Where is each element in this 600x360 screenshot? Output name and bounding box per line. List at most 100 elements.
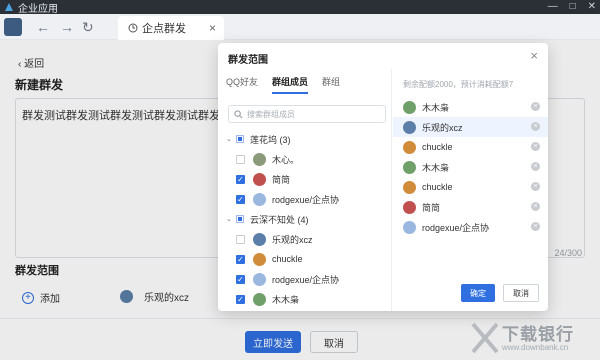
member-name: chuckle	[272, 254, 303, 264]
selected-name: rodgexue/企点协	[422, 222, 490, 233]
app-logo-icon	[5, 3, 13, 11]
remove-icon[interactable]: ×	[531, 142, 540, 151]
member-row[interactable]: ✓ chuckle	[226, 249, 390, 269]
refresh-icon[interactable]: ↻	[82, 19, 94, 35]
member-row[interactable]: 木心。	[226, 149, 390, 169]
watermark: 下载银行 www.downbank.cn	[468, 318, 600, 360]
group-checkbox[interactable]	[236, 215, 244, 223]
member-name: 简简	[272, 174, 291, 185]
tab-close-icon[interactable]: ×	[209, 21, 216, 35]
chevron-down-icon[interactable]: ⌄	[226, 135, 234, 143]
remove-icon[interactable]: ×	[531, 102, 540, 111]
selected-name: 简简	[422, 202, 441, 213]
member-checkbox[interactable]	[236, 154, 245, 164]
avatar	[403, 160, 416, 174]
watermark-logo-icon	[471, 322, 499, 354]
member-row[interactable]: 乐观的xcz	[226, 229, 390, 249]
tab-qidian-broadcast[interactable]: 企点群发 ×	[118, 16, 224, 40]
back-arrow-icon[interactable]: ←	[36, 19, 50, 35]
member-picker-pane: QQ好友 群组成员 群组 ⌄ 莲花坞 (3) 木心。 ✓ 简简 ✓ rodgexue/企点协…	[218, 69, 392, 311]
member-checkbox[interactable]: ✓	[236, 174, 245, 184]
maximize-icon[interactable]: □	[570, 1, 576, 12]
member-name: 木木枭	[272, 294, 300, 305]
selected-name: 木木枭	[422, 162, 450, 173]
selected-row: 木木枭 ×	[393, 97, 548, 117]
group-row[interactable]: ⌄ 云深不知处 (4)	[226, 209, 390, 229]
group-name: 云深不知处 (4)	[250, 214, 309, 225]
group-row[interactable]: ⌄ 莲花坞 (3)	[226, 129, 390, 149]
avatar	[253, 252, 266, 266]
title-bar: 企业应用 — □ ✕	[0, 0, 600, 15]
range-modal: 群发范围 × QQ好友 群组成员 群组 ⌄ 莲花坞 (3) 木心。 ✓ 简简 ✓ rodge…	[218, 43, 548, 311]
chevron-down-icon[interactable]: ⌄	[226, 215, 234, 223]
remove-icon[interactable]: ×	[531, 222, 540, 231]
member-checkbox[interactable]: ✓	[236, 294, 245, 304]
avatar	[253, 152, 266, 166]
group-checkbox[interactable]	[236, 135, 244, 143]
avatar	[253, 192, 266, 206]
member-row[interactable]: ✓ rodgexue/企点协	[226, 269, 390, 289]
remove-icon[interactable]: ×	[531, 122, 540, 131]
selected-row: rodgexue/企点协 ×	[393, 217, 548, 237]
minimize-icon[interactable]: —	[548, 1, 558, 12]
app-title: 企业应用	[18, 3, 58, 15]
close-window-icon[interactable]: ✕	[588, 1, 596, 12]
selected-name: 乐观的xcz	[422, 122, 463, 133]
selected-name: chuckle	[422, 142, 453, 152]
selected-name: chuckle	[422, 182, 453, 192]
selected-row: 简简 ×	[393, 197, 548, 217]
selected-name: 木木枭	[422, 102, 450, 113]
modal-close-icon[interactable]: ×	[530, 48, 538, 63]
selected-list: 木木枭 × 乐观的xcz × chuckle × 木木枭 × chuckle × 简简 × rodgex…	[393, 97, 548, 237]
member-search[interactable]	[228, 105, 386, 123]
tab-groups[interactable]: 群组	[322, 75, 340, 94]
avatar	[403, 220, 416, 234]
member-tree: ⌄ 莲花坞 (3) 木心。 ✓ 简简 ✓ rodgexue/企点协 ⌄ 云深不知处 (4) 乐观的…	[226, 129, 390, 309]
selected-row: chuckle ×	[393, 177, 548, 197]
search-icon	[234, 109, 243, 118]
member-name: 木心。	[272, 154, 300, 165]
watermark-brand: 下载银行	[502, 325, 574, 344]
avatar	[403, 180, 416, 194]
member-checkbox[interactable]	[236, 234, 245, 244]
remove-icon[interactable]: ×	[531, 182, 540, 191]
confirm-button[interactable]: 确定	[461, 284, 495, 302]
member-row[interactable]: ✓ rodgexue/企点协	[226, 189, 390, 209]
avatar	[253, 272, 266, 286]
nav-bar: ← → ↻ 企点群发 ×	[0, 14, 600, 40]
tab-qq-friends[interactable]: QQ好友	[226, 75, 258, 94]
avatar	[403, 200, 416, 214]
modal-title: 群发范围	[228, 55, 268, 66]
member-row[interactable]: ✓ 木木枭	[226, 289, 390, 309]
member-name: rodgexue/企点协	[272, 274, 340, 285]
selected-row: chuckle ×	[393, 137, 548, 157]
group-name: 莲花坞 (3)	[250, 134, 291, 145]
broadcast-icon	[128, 23, 138, 33]
tab-group-members[interactable]: 群组成员	[272, 75, 309, 94]
avatar	[403, 100, 416, 114]
selected-pane: 剩余配额2000，预计消耗配额7 木木枭 × 乐观的xcz × chuckle × 木木枭 ×…	[393, 69, 548, 311]
member-name: rodgexue/企点协	[272, 194, 340, 205]
member-name: 乐观的xcz	[272, 234, 313, 245]
picker-tabs: QQ好友 群组成员 群组	[226, 75, 340, 94]
window-controls: — □ ✕	[548, 1, 596, 12]
member-row[interactable]: ✓ 简简	[226, 169, 390, 189]
tab-label: 企点群发	[142, 23, 186, 35]
member-search-input[interactable]	[247, 109, 377, 119]
avatar	[253, 172, 266, 186]
member-checkbox[interactable]: ✓	[236, 274, 245, 284]
avatar	[403, 120, 416, 134]
remove-icon[interactable]: ×	[531, 202, 540, 211]
selected-row: 木木枭 ×	[393, 157, 548, 177]
watermark-url: www.downbank.cn	[502, 343, 569, 352]
avatar	[403, 140, 416, 154]
member-checkbox[interactable]: ✓	[236, 194, 245, 204]
forward-arrow-icon[interactable]: →	[60, 19, 74, 35]
app-icon[interactable]	[4, 18, 22, 36]
avatar	[253, 292, 266, 306]
modal-cancel-button[interactable]: 取消	[503, 284, 539, 302]
remove-icon[interactable]: ×	[531, 162, 540, 171]
member-checkbox[interactable]: ✓	[236, 254, 245, 264]
avatar	[253, 232, 266, 246]
quota-hint: 剩余配额2000，预计消耗配额7	[403, 80, 514, 89]
